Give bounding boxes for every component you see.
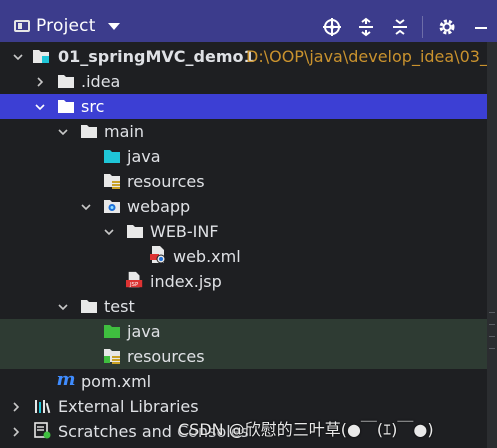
chevron-down-icon[interactable] <box>103 226 115 238</box>
scrollbar[interactable] <box>487 42 497 448</box>
tree-item-java[interactable]: java <box>0 144 497 169</box>
maven-file-icon: m <box>56 369 76 390</box>
tree-item-label: webapp <box>127 197 191 216</box>
tree-item-web-inf[interactable]: WEB-INF <box>0 219 497 244</box>
tree-item-label: src <box>81 97 105 116</box>
folder-icon <box>126 223 144 239</box>
tree-item-test[interactable]: test <box>0 294 497 319</box>
tree-item-label: .idea <box>81 72 121 91</box>
project-tree: 01_springMVC_demo1 D:\OOP\java\develop_i… <box>0 42 497 448</box>
header-toolbar <box>320 14 497 40</box>
chevron-down-icon[interactable] <box>34 101 46 113</box>
watermark: CSDN @欣慰的三叶草(●￣(ｴ)￣●) <box>178 420 434 439</box>
resources-folder-icon <box>103 173 121 189</box>
tree-item-test-java[interactable]: java <box>0 319 497 344</box>
chevron-down-icon[interactable] <box>57 301 69 313</box>
web-folder-icon <box>103 198 121 214</box>
chevron-right-icon[interactable] <box>10 401 22 413</box>
project-view-selector[interactable]: Project <box>14 14 120 38</box>
project-view-icon <box>14 20 30 32</box>
chevron-down-icon[interactable] <box>80 201 92 213</box>
collapse-all-icon[interactable] <box>388 15 412 39</box>
project-tool-window-header: Project <box>0 0 497 42</box>
module-icon <box>32 48 50 64</box>
tree-item-label: test <box>104 297 135 316</box>
tree-item-label: index.jsp <box>150 272 222 291</box>
tree-item-test-resources[interactable]: resources <box>0 344 497 369</box>
tool-window-title: Project <box>36 16 96 36</box>
source-folder-icon <box>103 148 121 164</box>
tree-item-label: WEB-INF <box>150 222 219 241</box>
expand-all-icon[interactable] <box>354 15 378 39</box>
chevron-down-icon[interactable] <box>12 51 24 63</box>
tree-item-main[interactable]: main <box>0 119 497 144</box>
scratches-icon <box>34 422 52 439</box>
module-path: D:\OOP\java\develop_idea\03_s <box>246 47 497 66</box>
chevron-down-icon[interactable] <box>107 22 120 30</box>
jsp-file-icon: JSP <box>126 271 144 288</box>
tree-item-label: main <box>104 122 144 141</box>
toolbar-separator <box>422 16 423 38</box>
tree-item-web-xml[interactable]: web.xml <box>0 244 497 269</box>
tree-item-pom-xml[interactable]: m pom.xml <box>0 369 497 394</box>
locate-icon[interactable] <box>320 15 344 39</box>
libraries-icon <box>34 398 52 414</box>
folder-icon <box>57 73 75 89</box>
tree-item-src[interactable]: src <box>0 94 497 119</box>
tree-item-webapp[interactable]: webapp <box>0 194 497 219</box>
tree-item-label: java <box>127 147 161 166</box>
settings-icon[interactable] <box>435 15 459 39</box>
test-resources-folder-icon <box>103 348 121 364</box>
tree-item-label: java <box>127 322 161 341</box>
minimize-icon[interactable] <box>469 15 493 39</box>
tree-item-label: 01_springMVC_demo1 <box>58 47 255 66</box>
folder-icon <box>57 98 75 114</box>
chevron-right-icon[interactable] <box>34 76 46 88</box>
chevron-down-icon[interactable] <box>57 126 69 138</box>
test-source-folder-icon <box>103 323 121 339</box>
tree-item-label: resources <box>127 172 205 191</box>
tree-item-label: web.xml <box>173 247 241 266</box>
tree-item-module-root[interactable]: 01_springMVC_demo1 D:\OOP\java\develop_i… <box>0 44 497 69</box>
svg-text:JSP: JSP <box>129 282 139 288</box>
web-xml-file-icon <box>149 246 167 264</box>
folder-icon <box>80 298 98 314</box>
tree-item-idea[interactable]: .idea <box>0 69 497 94</box>
folder-icon <box>80 123 98 139</box>
chevron-right-icon[interactable] <box>10 426 22 438</box>
tree-item-label: pom.xml <box>81 372 152 391</box>
tree-item-resources[interactable]: resources <box>0 169 497 194</box>
tree-item-label: resources <box>127 347 205 366</box>
tree-item-index-jsp[interactable]: JSP index.jsp <box>0 269 497 294</box>
